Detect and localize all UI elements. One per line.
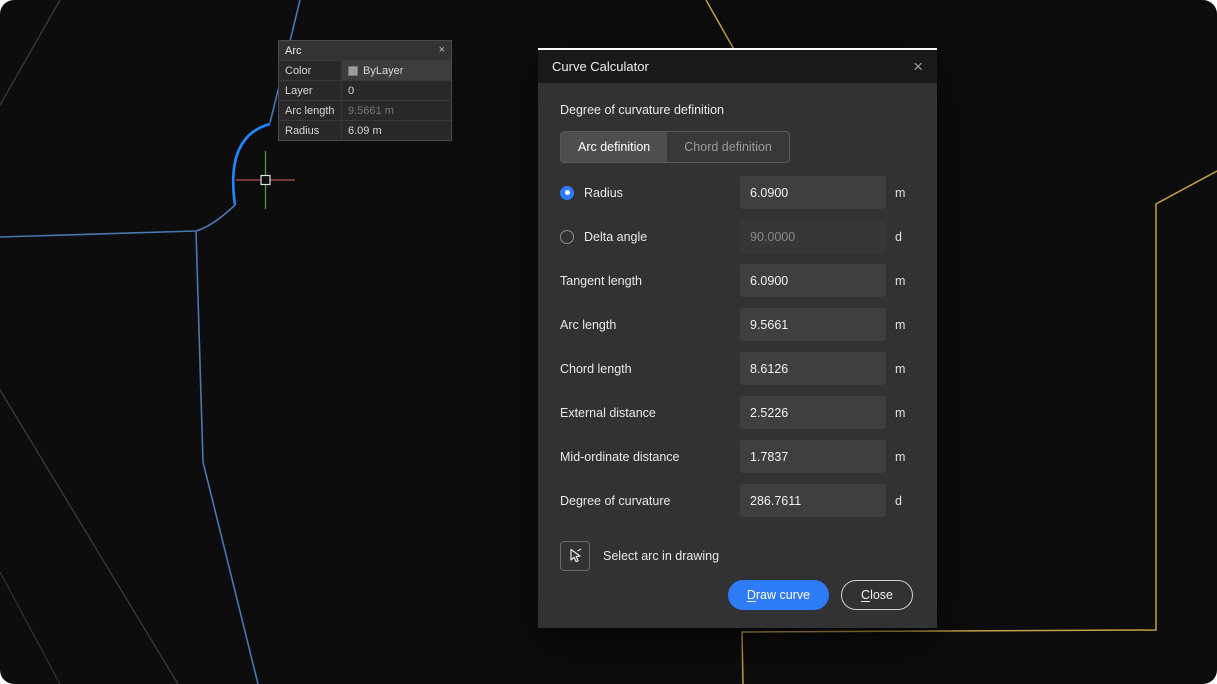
close-button[interactable]: Close bbox=[841, 580, 913, 610]
property-label: Arc length bbox=[285, 104, 335, 117]
definition-toggle: Arc definition Chord definition bbox=[560, 131, 790, 163]
tab-chord-definition[interactable]: Chord definition bbox=[667, 132, 789, 162]
arc-length-input[interactable] bbox=[740, 308, 886, 341]
field-row-radius: Radius m bbox=[560, 176, 915, 209]
radius-radio[interactable] bbox=[560, 185, 574, 200]
blue-road-line[interactable] bbox=[195, 230, 259, 684]
property-label: Radius bbox=[285, 124, 320, 137]
field-row-arc-length: Arc length m bbox=[560, 308, 915, 341]
layer-value[interactable]: 0 bbox=[341, 81, 451, 100]
arc-panel-title: Arc bbox=[285, 44, 302, 57]
dialog-body: Degree of curvature definition Arc defin… bbox=[538, 83, 937, 580]
parcel-line[interactable] bbox=[0, 571, 61, 684]
crosshair-cursor bbox=[236, 151, 295, 209]
unit-label: m bbox=[895, 273, 906, 288]
unit-label: d bbox=[895, 229, 902, 244]
unit-label: m bbox=[895, 405, 906, 420]
curve-calculator-dialog: Curve Calculator × Degree of curvature d… bbox=[538, 48, 937, 628]
field-label: Tangent length bbox=[560, 273, 643, 288]
cursor-select-icon bbox=[570, 548, 582, 563]
radius-value[interactable]: 6.09 m bbox=[341, 121, 451, 140]
arc-panel-header: Arc × bbox=[279, 41, 451, 60]
degree-of-curvature-input[interactable] bbox=[740, 484, 886, 517]
close-icon[interactable]: × bbox=[913, 58, 923, 75]
color-swatch-icon bbox=[348, 65, 358, 76]
property-label: Color bbox=[285, 64, 312, 77]
radius-input[interactable] bbox=[740, 176, 886, 209]
parcel-line[interactable] bbox=[0, 0, 61, 106]
field-row-mid-ordinate-distance: Mid-ordinate distance m bbox=[560, 440, 915, 473]
fields: Radius m Delta angle d Tangent length bbox=[560, 176, 915, 528]
select-arc-row: Select arc in drawing bbox=[560, 541, 915, 571]
field-row-chord-length: Chord length m bbox=[560, 352, 915, 385]
dialog-footer: Draw curve Close bbox=[538, 580, 937, 628]
delta-angle-input bbox=[740, 220, 886, 253]
blue-road-line[interactable] bbox=[0, 204, 236, 238]
property-label: Layer bbox=[285, 84, 313, 97]
property-row-layer: Layer 0 bbox=[279, 80, 451, 100]
field-label: External distance bbox=[560, 405, 656, 420]
tab-arc-definition[interactable]: Arc definition bbox=[561, 132, 668, 162]
cad-viewport[interactable]: Arc × Color ByLayer Layer 0 Arc length 9… bbox=[0, 0, 1217, 684]
unit-label: m bbox=[895, 317, 906, 332]
unit-label: m bbox=[895, 361, 906, 376]
mid-ordinate-distance-input[interactable] bbox=[740, 440, 886, 473]
close-icon[interactable]: × bbox=[439, 45, 445, 56]
parcel-line[interactable] bbox=[0, 389, 179, 684]
select-arc-button[interactable] bbox=[560, 541, 590, 571]
pickbox bbox=[260, 174, 271, 186]
unit-label: m bbox=[895, 449, 906, 464]
field-label: Degree of curvature bbox=[560, 493, 671, 508]
delta-angle-radio[interactable] bbox=[560, 229, 574, 244]
property-row-color: Color ByLayer bbox=[279, 60, 451, 80]
select-arc-label: Select arc in drawing bbox=[603, 549, 720, 563]
unit-label: d bbox=[895, 493, 902, 508]
field-label: Radius bbox=[584, 185, 623, 200]
field-row-degree-of-curvature: Degree of curvature d bbox=[560, 484, 915, 517]
field-label: Chord length bbox=[560, 361, 632, 376]
property-row-arc-length: Arc length 9.5661 m bbox=[279, 100, 451, 120]
field-label: Mid-ordinate distance bbox=[560, 449, 680, 464]
section-label: Degree of curvature definition bbox=[560, 103, 724, 117]
field-row-delta-angle: Delta angle d bbox=[560, 220, 915, 253]
unit-label: m bbox=[895, 185, 906, 200]
arc-length-value: 9.5661 m bbox=[341, 101, 451, 120]
tangent-length-input[interactable] bbox=[740, 264, 886, 297]
field-label: Arc length bbox=[560, 317, 617, 332]
field-row-tangent-length: Tangent length m bbox=[560, 264, 915, 297]
color-value[interactable]: ByLayer bbox=[341, 61, 451, 80]
selected-arc[interactable] bbox=[231, 122, 271, 206]
chord-length-input[interactable] bbox=[740, 352, 886, 385]
dialog-titlebar[interactable]: Curve Calculator × bbox=[538, 48, 937, 83]
field-label: Delta angle bbox=[584, 229, 648, 244]
external-distance-input[interactable] bbox=[740, 396, 886, 429]
field-row-external-distance: External distance m bbox=[560, 396, 915, 429]
dialog-title: Curve Calculator bbox=[552, 59, 649, 74]
draw-curve-button[interactable]: Draw curve bbox=[727, 580, 830, 610]
property-row-radius: Radius 6.09 m bbox=[279, 120, 451, 140]
arc-properties-panel: Arc × Color ByLayer Layer 0 Arc length 9… bbox=[278, 40, 452, 141]
color-value-text: ByLayer bbox=[363, 64, 404, 77]
